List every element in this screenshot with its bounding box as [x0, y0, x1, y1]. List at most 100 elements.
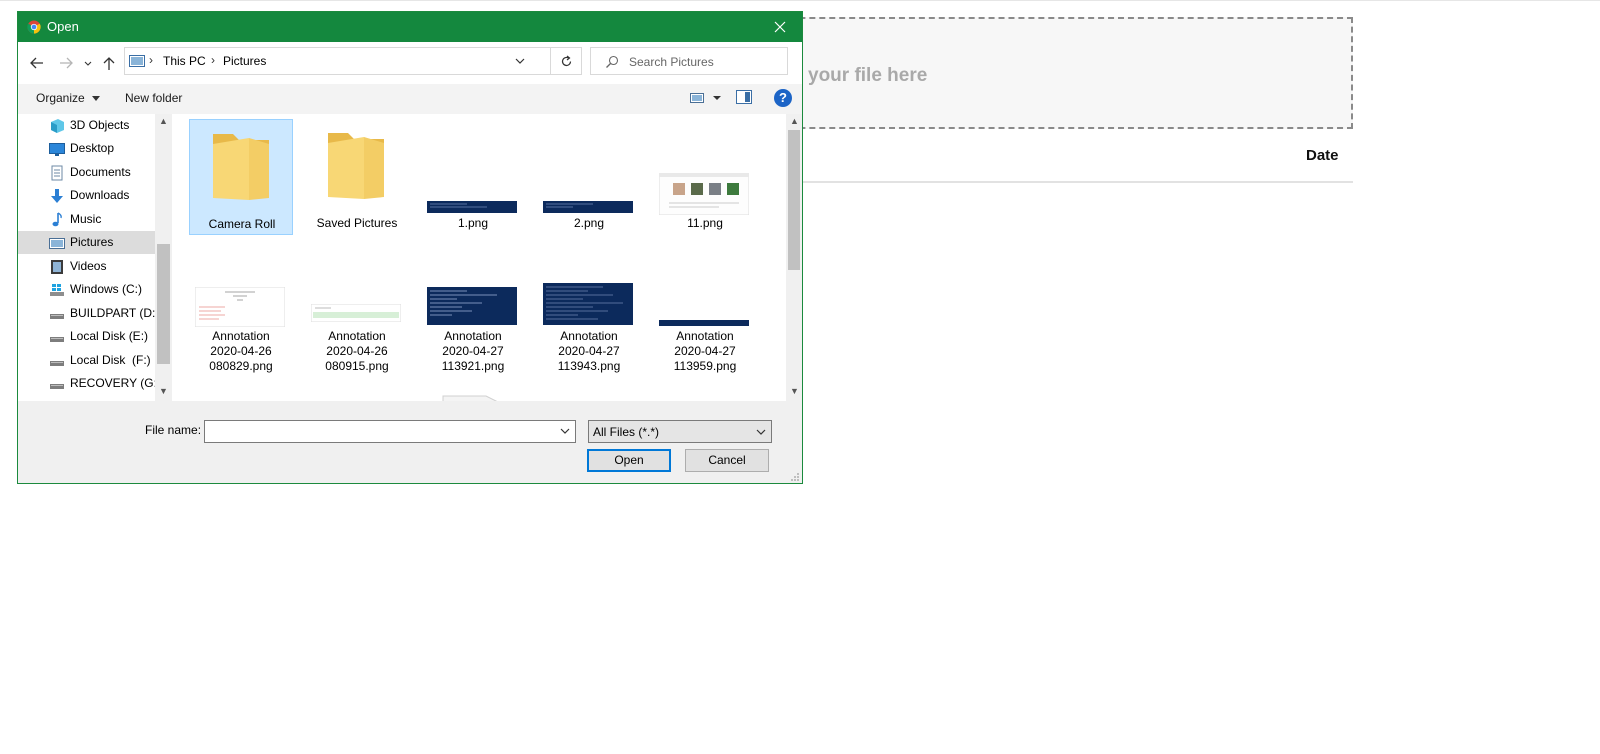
date-column-header[interactable]: Date — [1306, 147, 1339, 164]
pictures-location-icon — [129, 55, 145, 67]
image-thumbnail — [543, 201, 633, 213]
page-top-border — [0, 0, 1600, 1]
pictures-icon — [49, 238, 65, 249]
nav-item-label: Local Disk (F:) — [70, 353, 151, 367]
nav-item-local-disk-f[interactable]: Local Disk (F:) — [18, 349, 155, 372]
chevron-down-icon[interactable] — [560, 427, 570, 435]
file-item-annotation-113921[interactable]: Annotation 2020-04-27 113921.png — [421, 282, 525, 398]
file-item-label-line: 2020-04-26 — [210, 344, 272, 358]
nav-item-label: Desktop — [70, 141, 115, 155]
nav-item-label: Videos — [70, 259, 107, 273]
nav-item-label: Pictures — [70, 235, 114, 249]
file-item-label-line: 080915.png — [325, 359, 389, 373]
file-item-camera-roll[interactable]: Camera Roll — [189, 119, 293, 235]
up-arrow-icon[interactable] — [99, 53, 119, 73]
open-button[interactable]: Open — [587, 449, 671, 472]
windows-drive-icon — [50, 284, 64, 296]
nav-item-label: Music — [70, 212, 102, 226]
file-type-select[interactable]: All Files (*.*) — [588, 420, 772, 443]
nav-item-local-disk-e[interactable]: Local Disk (E:) — [18, 325, 155, 348]
address-dropdown-icon[interactable] — [514, 55, 526, 67]
organize-label: Organize — [36, 91, 85, 105]
file-item-label: 2.png — [573, 216, 605, 230]
scroll-up-icon[interactable]: ▲ — [159, 116, 168, 126]
view-options-icon — [690, 93, 721, 103]
breadcrumb-this-pc[interactable]: This PC — [163, 54, 206, 68]
file-item-1-png[interactable]: 1.png — [421, 119, 525, 235]
nav-item-3d-objects[interactable]: 3D Objects — [18, 114, 155, 137]
file-name-field[interactable] — [204, 420, 576, 443]
preview-pane-button[interactable] — [736, 90, 752, 107]
nav-item-windows-c[interactable]: Windows (C:) — [18, 278, 155, 301]
navigation-scrollbar[interactable]: ▲ ▼ — [155, 114, 172, 401]
resize-grip-icon[interactable] — [791, 473, 800, 482]
file-item-label-line: 113943.png — [557, 359, 621, 373]
file-item-label-line: Annotation — [444, 329, 502, 343]
drive-icon — [50, 361, 64, 366]
file-item-annotation-113943[interactable]: Annotation 2020-04-27 113943.png — [537, 282, 641, 398]
close-button[interactable] — [758, 12, 802, 42]
file-name-input[interactable] — [208, 423, 552, 442]
file-item-label-line: Annotation — [560, 329, 618, 343]
nav-item-downloads[interactable]: Downloads — [18, 184, 155, 207]
dialog-title: Open — [47, 19, 79, 34]
nav-item-music[interactable]: Music — [18, 208, 155, 231]
help-button[interactable]: ? — [774, 89, 792, 107]
file-type-value: All Files (*.*) — [593, 425, 660, 439]
file-item-label-line: Annotation — [676, 329, 734, 343]
file-list-scrollbar[interactable]: ▲ ▼ — [786, 114, 802, 401]
file-item-11-png[interactable]: 11.png — [653, 119, 757, 235]
scrollbar-thumb[interactable] — [788, 130, 800, 270]
nav-item-label: Downloads — [70, 188, 130, 202]
file-item-annotation-080829[interactable]: Annotation 2020-04-26 080829.png — [189, 282, 293, 398]
file-item-saved-pictures[interactable]: Saved Pictures — [305, 119, 409, 235]
scroll-up-icon[interactable]: ▲ — [790, 116, 799, 126]
file-item-label-line: 080829.png — [209, 359, 273, 373]
recent-locations-chevron-icon[interactable] — [82, 53, 94, 73]
file-item-label-line: 2020-04-26 — [326, 344, 388, 358]
file-item-label-line: 113921.png — [441, 359, 505, 373]
organize-button[interactable]: Organize — [36, 91, 101, 105]
scroll-down-icon[interactable]: ▼ — [159, 386, 168, 396]
navigation-pane: 3D Objects Desktop Documents Downloads M… — [18, 114, 172, 401]
search-box[interactable] — [590, 47, 788, 75]
back-arrow-icon[interactable] — [27, 53, 47, 73]
image-thumbnail — [427, 287, 517, 325]
file-item-annotation-113959[interactable]: Annotation 2020-04-27 113959.png — [653, 282, 757, 398]
scrollbar-thumb[interactable] — [157, 244, 170, 364]
file-item-annotation-080915[interactable]: Annotation 2020-04-26 080915.png — [305, 282, 409, 398]
dialog-titlebar[interactable]: Open — [18, 12, 802, 42]
caret-down-icon — [92, 96, 101, 102]
nav-item-recovery-g[interactable]: RECOVERY (G:) — [18, 372, 161, 395]
chrome-icon — [27, 20, 41, 34]
cancel-button[interactable]: Cancel — [685, 449, 769, 472]
nav-item-documents[interactable]: Documents — [18, 161, 155, 184]
breadcrumb-pictures[interactable]: Pictures — [223, 54, 266, 68]
image-thumbnail — [195, 287, 285, 327]
dropzone-text: your file here — [808, 65, 928, 86]
desktop-icon — [49, 143, 65, 156]
file-item-label: Camera Roll — [208, 217, 276, 231]
file-item-label-line: Annotation — [212, 329, 270, 343]
scroll-down-icon[interactable]: ▼ — [790, 386, 799, 396]
folder-icon — [328, 133, 384, 199]
image-thumbnail — [311, 304, 401, 322]
documents-icon — [51, 165, 63, 181]
nav-item-desktop[interactable]: Desktop — [18, 137, 155, 160]
forward-arrow-icon[interactable] — [56, 53, 76, 73]
nav-item-buildpart-d[interactable]: BUILDPART (D:) — [18, 302, 159, 325]
dialog-footer: File name: All Files (*.*) Open Cancel — [18, 401, 802, 483]
file-item-label-line: Annotation — [328, 329, 386, 343]
change-view-button[interactable] — [690, 92, 726, 107]
image-thumbnail — [659, 320, 749, 326]
file-item-2-png[interactable]: 2.png — [537, 119, 641, 235]
nav-item-videos[interactable]: Videos — [18, 255, 155, 278]
new-folder-button[interactable]: New folder — [125, 91, 182, 105]
search-input[interactable] — [627, 52, 781, 72]
file-list: Camera Roll Saved Pictures 1.png 2.png 1… — [172, 114, 802, 401]
nav-item-pictures[interactable]: Pictures — [18, 231, 155, 254]
address-bar[interactable]: › This PC › Pictures — [124, 47, 551, 75]
close-icon — [774, 21, 786, 33]
folder-icon — [213, 134, 269, 200]
refresh-button[interactable] — [551, 47, 582, 75]
